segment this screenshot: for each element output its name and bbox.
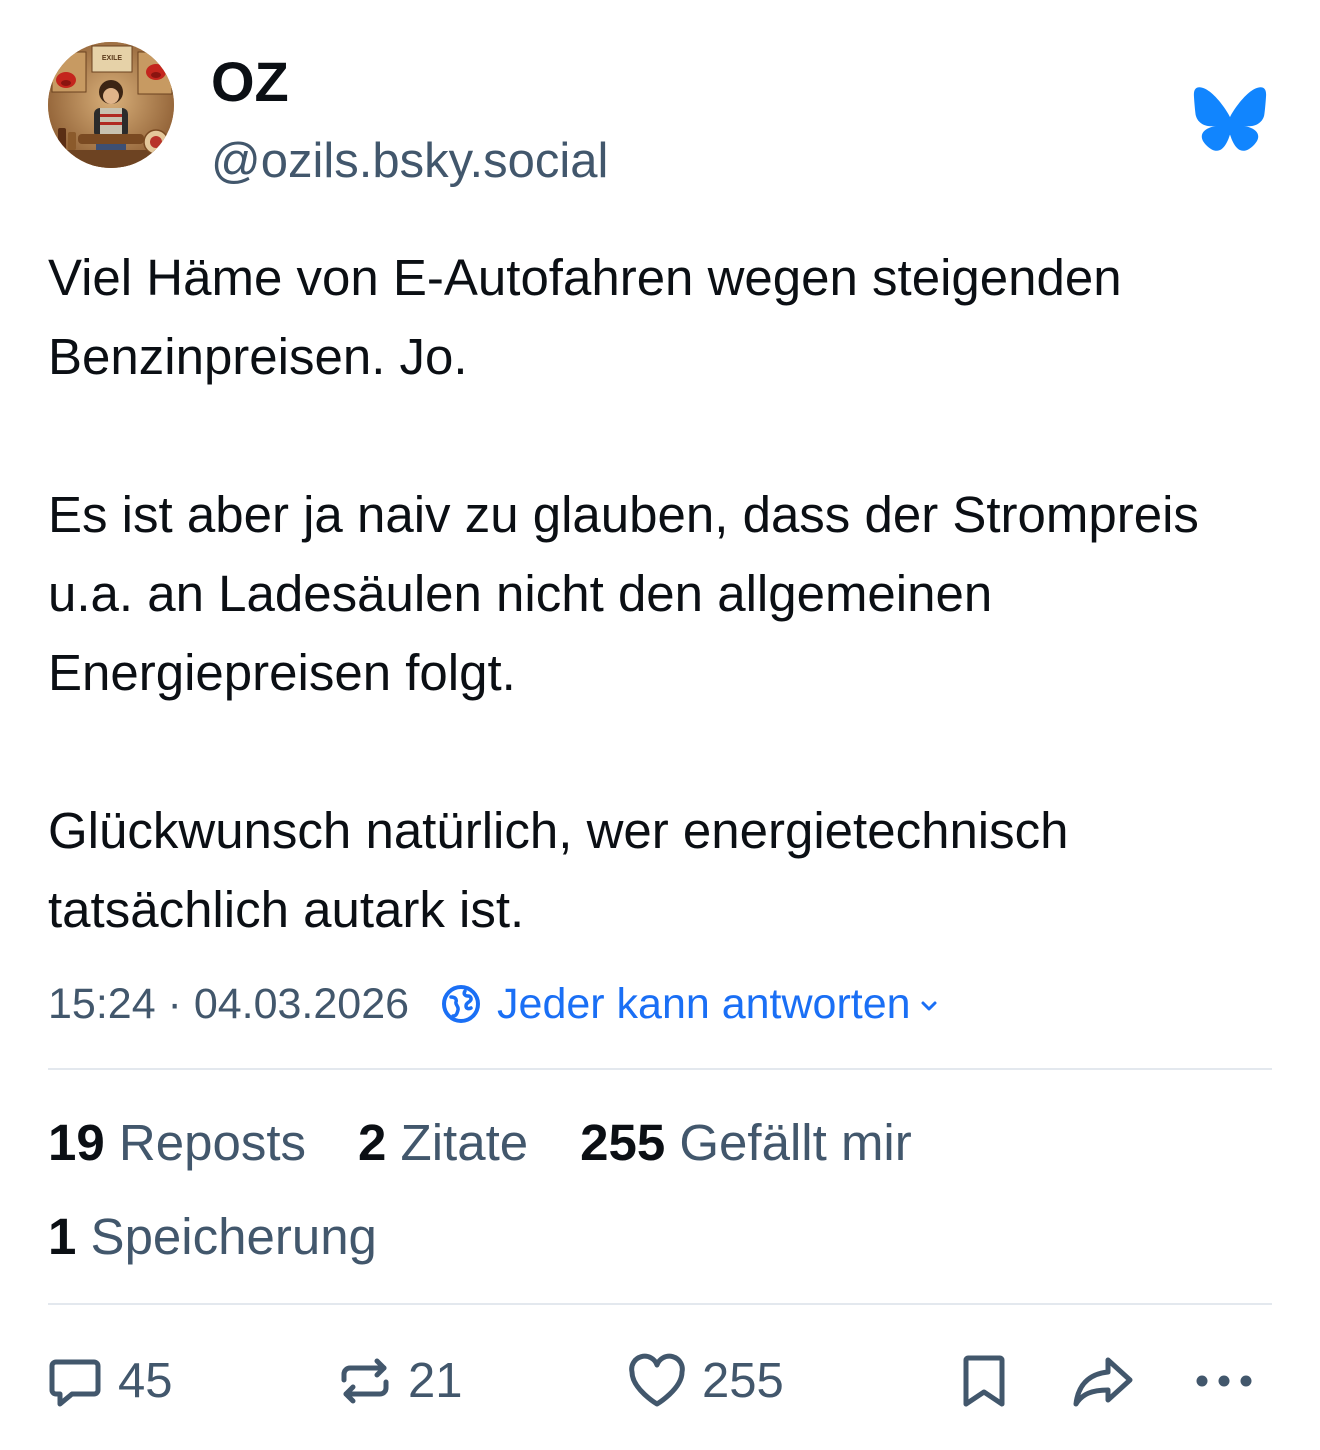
reposts-stat[interactable]: 19 Reposts xyxy=(48,1108,306,1178)
quotes-count: 2 xyxy=(358,1114,387,1171)
like-count: 255 xyxy=(702,1354,784,1408)
author-display-name[interactable]: OZ xyxy=(211,50,289,114)
post-action-bar: 45 21 255 xyxy=(0,1345,1320,1417)
likes-stat[interactable]: 255 Gefällt mir xyxy=(580,1108,912,1178)
reply-setting-button[interactable]: Jeder kann antworten xyxy=(439,980,939,1029)
saves-label: Speicherung xyxy=(90,1208,377,1265)
like-button[interactable]: 255 xyxy=(626,1345,784,1417)
reposts-label: Reposts xyxy=(118,1114,306,1171)
post-paragraph: Glückwunsch natürlich, wer energietechni… xyxy=(48,802,1069,938)
reply-icon xyxy=(49,1359,101,1407)
reply-setting-label: Jeder kann antworten xyxy=(497,979,911,1028)
post-meta: 15:24 · 04.03.2026 Jeder kann antworten xyxy=(48,973,939,1035)
reposts-count: 19 xyxy=(48,1114,105,1171)
divider xyxy=(48,1068,1272,1070)
avatar[interactable]: EXILE xyxy=(48,42,174,168)
engagement-stats: 19 Reposts 2 Zitate 255 Gefällt mir 1 Sp… xyxy=(48,1108,1278,1296)
share-button[interactable] xyxy=(1070,1345,1136,1417)
likes-label: Gefällt mir xyxy=(679,1114,912,1171)
avatar-image: EXILE xyxy=(48,42,174,168)
globe-icon xyxy=(442,985,481,1023)
repost-button[interactable]: 21 xyxy=(336,1345,463,1417)
bookmark-button[interactable] xyxy=(956,1345,1012,1417)
quotes-stat[interactable]: 2 Zitate xyxy=(358,1108,528,1178)
quotes-label: Zitate xyxy=(400,1114,529,1171)
reply-count: 45 xyxy=(118,1354,173,1408)
likes-count: 255 xyxy=(580,1114,666,1171)
post-text: Viel Häme von E-Autofahren wegen steigen… xyxy=(48,238,1278,949)
post-timestamp: 15:24 · 04.03.2026 xyxy=(48,979,410,1028)
bookmark-icon xyxy=(963,1355,1005,1407)
saves-count: 1 xyxy=(48,1208,77,1265)
avatar-sign-text: EXILE xyxy=(102,55,123,62)
divider xyxy=(48,1303,1272,1305)
reply-button[interactable]: 45 xyxy=(46,1345,173,1417)
repost-count: 21 xyxy=(408,1354,463,1408)
more-icon xyxy=(1196,1375,1252,1387)
bluesky-butterfly-icon[interactable] xyxy=(1192,86,1268,152)
post-paragraph: Viel Häme von E-Autofahren wegen steigen… xyxy=(48,249,1122,385)
chevron-down-icon xyxy=(921,1001,937,1011)
author-handle[interactable]: @ozils.bsky.social xyxy=(211,131,608,191)
repost-icon xyxy=(341,1358,389,1404)
share-icon xyxy=(1073,1357,1133,1407)
post-paragraph: Es ist aber ja naiv zu glauben, dass der… xyxy=(48,486,1199,701)
saves-stat[interactable]: 1 Speicherung xyxy=(48,1202,377,1272)
heart-icon xyxy=(629,1353,685,1407)
more-options-button[interactable] xyxy=(1194,1345,1254,1417)
